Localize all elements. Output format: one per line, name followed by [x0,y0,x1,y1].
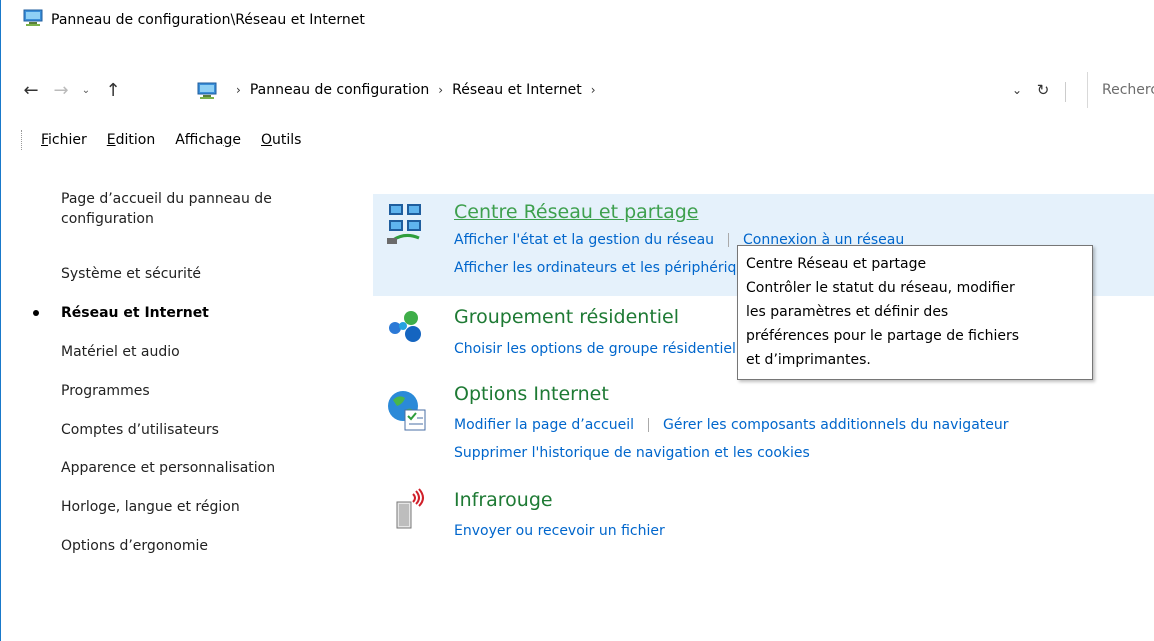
tooltip: Centre Réseau et partage Contrôler le st… [737,245,1093,380]
title-bar: Panneau de configuration\Réseau et Inter… [1,0,1154,40]
menu-edit[interactable]: Edition [107,132,155,148]
category-internet-options[interactable]: Options Internet Modifier la page d’accu… [373,380,1154,470]
navigation-bar: ← → ⌄ ↑ › Panneau de configuration › Rés… [1,72,1154,108]
up-arrow-icon[interactable]: ↑ [99,72,127,108]
address-bar[interactable]: › Panneau de configuration › Réseau et I… [197,76,1067,104]
active-bullet [33,310,39,316]
divider [1065,82,1066,102]
breadcrumb-chevron-icon[interactable]: › [236,83,241,97]
search-input[interactable]: Rechercher [1087,72,1154,108]
divider [647,418,649,432]
internet-options-links-row2: Supprimer l'historique de navigation et … [454,445,810,461]
homegroup-title[interactable]: Groupement résidentiel [454,306,679,328]
back-arrow-icon[interactable]: ← [19,72,43,108]
network-sharing-center-title[interactable]: Centre Réseau et partage [454,201,698,223]
nav-clock-language-region[interactable]: Horloge, langue et région [61,497,351,517]
network-center-icon [385,200,425,244]
infrared-icon [385,488,425,529]
toolbar-grip [21,130,23,150]
internet-options-links-row1: Modifier la page d’accueil Gérer les comp… [454,417,1009,433]
nav-control-panel-home[interactable]: Page d’accueil du panneau de configurati… [61,189,351,229]
window-title: Panneau de configuration\Réseau et Inter… [51,12,365,28]
menu-tools[interactable]: Outils [261,132,301,148]
infrared-links-row1: Envoyer ou recevoir un fichier [454,523,665,539]
manage-addons-link[interactable]: Gérer les composants additionnels du nav… [663,417,1009,433]
menu-bar: Fichier Edition Affichage Outils [1,128,1154,152]
view-network-status-link[interactable]: Afficher l'état et la gestion du réseau [454,232,714,248]
breadcrumb-control-panel[interactable]: Panneau de configuration [250,82,429,98]
nav-hardware-sound[interactable]: Matériel et audio [61,342,351,362]
homegroup-icon [385,306,425,346]
refresh-icon[interactable]: ↻ [1031,72,1055,108]
tooltip-line: préférences pour le partage de fichiers [746,328,1020,344]
address-dropdown-chevron-icon[interactable]: ⌄ [1007,72,1027,108]
change-homepage-link[interactable]: Modifier la page d’accueil [454,417,634,433]
search-placeholder: Rechercher [1102,82,1154,98]
nav-appearance[interactable]: Apparence et personnalisation [61,458,351,478]
internet-options-icon [385,388,426,431]
divider [728,233,730,247]
menu-view[interactable]: Affichage [175,132,241,148]
nav-user-accounts[interactable]: Comptes d’utilisateurs [61,420,351,440]
tooltip-line: les paramètres et définir des [746,304,949,320]
breadcrumb-chevron-icon[interactable]: › [438,83,443,97]
infrared-title[interactable]: Infrarouge [454,489,553,511]
delete-history-link[interactable]: Supprimer l'historique de navigation et … [454,445,810,461]
menu-file[interactable]: Fichier [41,132,87,148]
nav-system-security[interactable]: Système et sécurité [61,264,351,284]
forward-arrow-icon[interactable]: → [49,72,73,108]
tooltip-line: et d’imprimantes. [746,352,871,368]
category-infrared[interactable]: Infrarouge Envoyer ou recevoir un fichie… [373,486,1154,546]
nav-programs[interactable]: Programmes [61,381,351,401]
control-panel-icon [197,82,217,104]
send-receive-file-link[interactable]: Envoyer ou recevoir un fichier [454,523,665,539]
nav-ease-of-access[interactable]: Options d’ergonomie [61,536,351,556]
tooltip-line: Centre Réseau et partage [746,256,927,272]
control-panel-window: Panneau de configuration\Réseau et Inter… [0,0,1154,641]
recent-locations-chevron-icon[interactable]: ⌄ [77,72,95,108]
breadcrumb-network-internet[interactable]: Réseau et Internet [452,82,582,98]
internet-options-title[interactable]: Options Internet [454,383,609,405]
nav-network-internet: Réseau et Internet [61,305,209,321]
tooltip-line: Contrôler le statut du réseau, modifier [746,280,1015,296]
breadcrumb-chevron-icon[interactable]: › [591,83,596,97]
control-panel-icon [23,9,43,31]
